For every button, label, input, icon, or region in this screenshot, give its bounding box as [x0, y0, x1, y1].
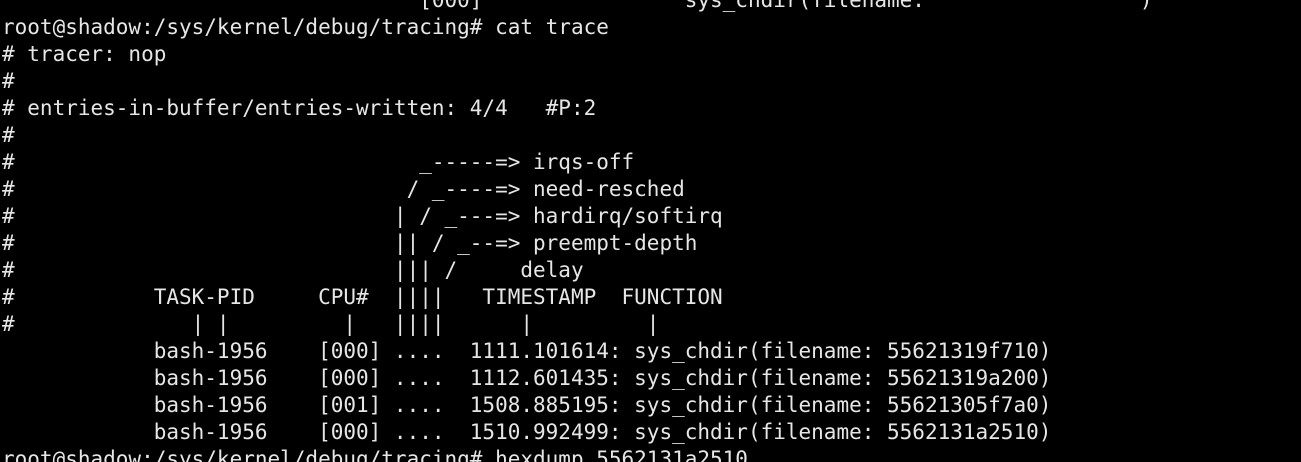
terminal-line-header-delay: # ||| / delay — [2, 258, 584, 282]
terminal-line-header-irqs-off: # _-----=> irqs-off — [2, 150, 635, 174]
terminal-line-header-preempt-depth: # || / _--=> preempt-depth — [2, 231, 698, 255]
trace-entry-row: bash-1956 [001] .... 1508.885195: sys_ch… — [2, 393, 1052, 417]
terminal-line-column-headers: # TASK-PID CPU# |||| TIMESTAMP FUNCTION — [2, 285, 723, 309]
terminal-line-comment: # — [2, 123, 15, 147]
terminal-line-previous-output: [000] sys_chdir(filename: ) — [2, 0, 1153, 12]
terminal-line-entries: # entries-in-buffer/entries-written: 4/4… — [2, 96, 597, 120]
trace-entry-row: bash-1956 [000] .... 1510.992499: sys_ch… — [2, 420, 1052, 444]
terminal-line-column-markers: # | | | |||| | | — [2, 312, 660, 336]
terminal-line-command-cat-trace: root@shadow:/sys/kernel/debug/tracing# c… — [2, 15, 609, 39]
terminal-line-command-hexdump: root@shadow:/sys/kernel/debug/tracing# h… — [2, 447, 748, 462]
terminal-line-header-need-resched: # / _----=> need-resched — [2, 177, 685, 201]
terminal-window[interactable]: [000] sys_chdir(filename: ) root@shadow:… — [0, 0, 1301, 462]
trace-entry-row: bash-1956 [000] .... 1112.601435: sys_ch… — [2, 366, 1052, 390]
terminal-line-tracer: # tracer: nop — [2, 42, 167, 66]
terminal-line-header-hardirq: # | / _---=> hardirq/softirq — [2, 204, 723, 228]
trace-entry-row: bash-1956 [000] .... 1111.101614: sys_ch… — [2, 339, 1052, 363]
terminal-line-comment: # — [2, 69, 15, 93]
